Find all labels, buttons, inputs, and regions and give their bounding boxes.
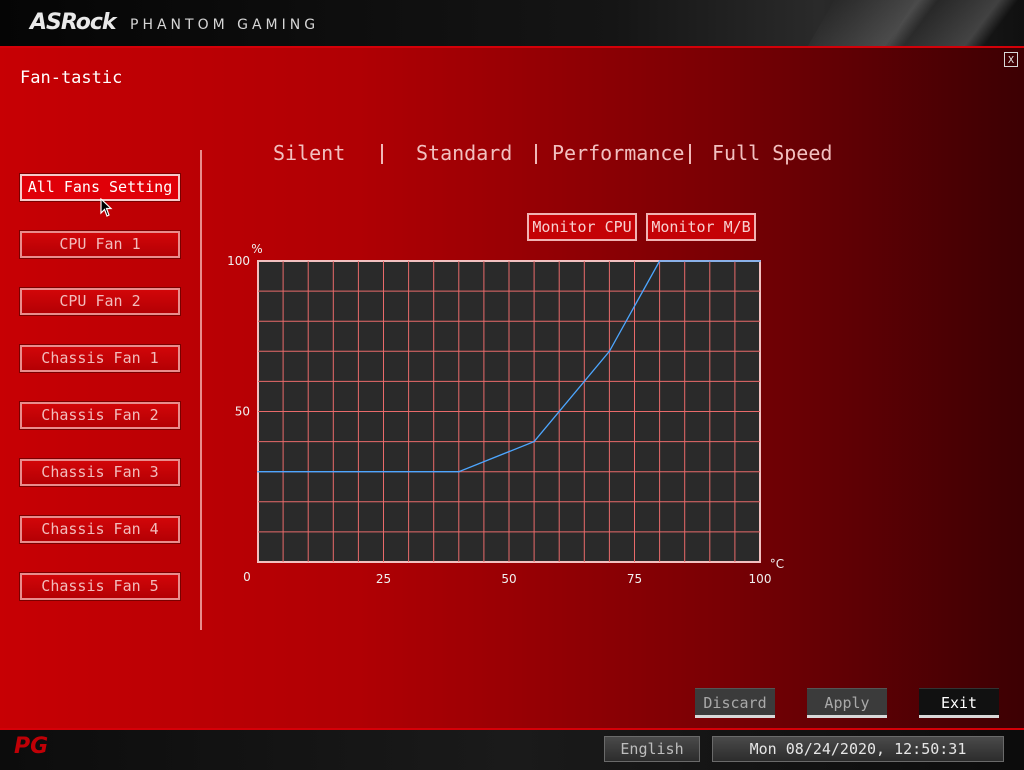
x-tick-label: 50 xyxy=(501,572,516,586)
language-button[interactable]: English xyxy=(604,736,700,762)
fan-curve-chart[interactable]: 0 25 50 75 100 100 50% °C xyxy=(0,0,1024,768)
y-unit-label: % xyxy=(251,242,262,256)
y-tick-label: 50 xyxy=(235,405,250,419)
curve-point[interactable] xyxy=(533,440,535,443)
curve-point[interactable] xyxy=(759,260,761,262)
curve-point[interactable] xyxy=(458,470,460,473)
x-unit-label: °C xyxy=(770,557,784,571)
curve-point[interactable] xyxy=(608,350,611,353)
x-tick-label: 75 xyxy=(627,572,642,586)
curve-point[interactable] xyxy=(257,470,259,473)
exit-button[interactable]: Exit xyxy=(919,688,999,718)
x-tick-label: 100 xyxy=(749,572,772,586)
x-tick-label: 0 xyxy=(243,570,251,584)
chart-grid xyxy=(258,261,760,562)
y-tick-label: 100 xyxy=(227,254,250,268)
phantom-gaming-logo: PG xyxy=(14,734,49,759)
datetime-display: Mon 08/24/2020, 12:50:31 xyxy=(712,736,1004,762)
discard-button[interactable]: Discard xyxy=(695,688,775,718)
curve-point[interactable] xyxy=(658,260,661,262)
x-tick-label: 25 xyxy=(376,572,391,586)
apply-button[interactable]: Apply xyxy=(807,688,887,718)
